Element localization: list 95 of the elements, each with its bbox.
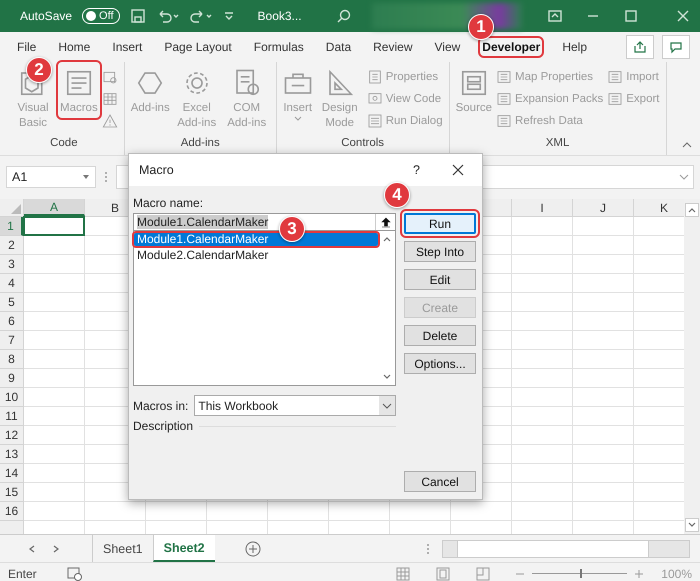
dialog-button[interactable]: Edit — [404, 269, 476, 290]
more-icon[interactable] — [426, 542, 430, 554]
ribbon-tab[interactable]: Help — [562, 40, 588, 54]
column-header[interactable]: J — [573, 199, 634, 216]
autosave-toggle[interactable]: Off — [82, 8, 120, 24]
row-header[interactable]: 12 — [0, 426, 23, 445]
row-header[interactable]: 1 — [0, 217, 23, 236]
sheet-tab[interactable]: Sheet2 — [152, 535, 215, 562]
xml-document-icon — [496, 113, 512, 129]
maximize-icon[interactable] — [624, 9, 638, 23]
group-label: Add-ins — [180, 137, 221, 151]
row-header[interactable]: 3 — [0, 255, 23, 274]
column-header[interactable]: I — [512, 199, 573, 216]
ribbon-tab[interactable]: Page Layout — [164, 40, 232, 54]
expand-icon[interactable] — [679, 174, 689, 180]
record-icon — [102, 69, 118, 85]
share-icon — [633, 40, 647, 54]
dialog-button[interactable]: Step Into — [404, 241, 476, 262]
ribbon-tab[interactable]: File — [17, 40, 36, 54]
column-header[interactable]: A — [24, 199, 85, 216]
horizontal-scrollbar[interactable] — [442, 540, 690, 558]
scroll-down-icon[interactable] — [382, 373, 390, 381]
comments-button[interactable] — [662, 35, 690, 59]
selected-cell[interactable] — [23, 216, 85, 236]
zoom-in-icon[interactable] — [635, 570, 644, 578]
group-label: Controls — [340, 137, 386, 151]
share-button[interactable] — [626, 35, 654, 59]
previous-sheet-icon[interactable] — [28, 544, 36, 552]
row-header[interactable]: 13 — [0, 445, 23, 464]
dialog-title: Macro — [139, 163, 174, 177]
autosave-label: AutoSave — [20, 9, 72, 23]
xml-document-icon — [607, 91, 624, 107]
save-icon[interactable] — [130, 8, 146, 24]
row-header[interactable]: 8 — [0, 350, 23, 369]
row-header[interactable]: 5 — [0, 293, 23, 312]
ribbon-tab[interactable]: View — [434, 40, 460, 54]
macro-item[interactable]: Module2.CalendarMaker — [134, 249, 378, 262]
row-header[interactable]: 10 — [0, 388, 23, 407]
dropdown-icon[interactable] — [382, 402, 392, 408]
close-icon[interactable] — [452, 164, 464, 176]
collapse-icon[interactable] — [682, 141, 692, 149]
comment-icon — [669, 40, 683, 54]
dialog-button[interactable]: Options... — [404, 353, 476, 374]
macro-item[interactable]: Module1.CalendarMaker — [134, 233, 378, 246]
normal-view-icon[interactable] — [396, 566, 410, 580]
ribbon-display-icon[interactable] — [548, 9, 562, 23]
row-header[interactable]: 6 — [0, 312, 23, 331]
row-header[interactable]: 14 — [0, 464, 23, 483]
mode-text: Enter — [8, 566, 37, 580]
row-header[interactable]: 15 — [0, 483, 23, 502]
ribbon-tab[interactable]: Home — [58, 40, 90, 54]
warning-icon — [102, 113, 118, 129]
ribbon-tab[interactable]: Formulas — [254, 40, 304, 54]
ribbon-tab[interactable]: Insert — [112, 40, 142, 54]
table-icon — [102, 91, 118, 107]
list-icon — [366, 69, 383, 85]
upload-icon[interactable] — [380, 216, 390, 228]
caret-icon[interactable] — [294, 116, 302, 122]
dialog-button[interactable]: Delete — [404, 325, 476, 346]
ribbon-tab[interactable]: Review — [373, 40, 412, 54]
step-badge: 2 — [26, 57, 52, 83]
row-header[interactable]: 16 — [0, 502, 23, 521]
next-sheet-icon[interactable] — [52, 544, 60, 552]
scroll-down-icon[interactable] — [688, 521, 696, 529]
macros-in-dropdown[interactable]: This Workbook — [194, 395, 396, 416]
description-label: Description — [133, 419, 194, 433]
xml-document-icon — [496, 91, 512, 107]
more-icon[interactable] — [104, 171, 108, 183]
xml-document-icon — [496, 69, 512, 85]
help-button[interactable]: ? — [413, 163, 420, 177]
zoom-level: 100% — [661, 566, 692, 580]
macros-in-label: Macros in: — [133, 398, 188, 412]
scroll-up-icon[interactable] — [688, 206, 696, 214]
xml-document-icon — [607, 69, 624, 85]
group-label: XML — [544, 137, 570, 151]
ribbon-tab[interactable]: Data — [326, 40, 352, 54]
add-sheet-icon[interactable] — [244, 540, 261, 556]
dropdown-icon[interactable] — [82, 174, 90, 180]
page-layout-icon[interactable] — [436, 566, 450, 580]
row-header[interactable]: 4 — [0, 274, 23, 293]
dialog-button[interactable]: Cancel — [404, 471, 476, 492]
row-header[interactable]: 9 — [0, 369, 23, 388]
row-header[interactable]: 7 — [0, 331, 23, 350]
scroll-up-icon[interactable] — [382, 235, 390, 243]
document-title: Book3... — [258, 9, 302, 23]
row-header[interactable]: 2 — [0, 236, 23, 255]
page-break-icon[interactable] — [476, 566, 490, 580]
row-header[interactable]: 11 — [0, 407, 23, 426]
group-label: Code — [49, 137, 79, 151]
customize-icon[interactable] — [224, 10, 234, 22]
record-macro-icon[interactable] — [66, 566, 83, 580]
dialog-icon — [366, 113, 383, 129]
redo-icon[interactable] — [190, 8, 214, 24]
name-box[interactable]: A1 — [6, 166, 96, 188]
search-icon[interactable] — [336, 8, 352, 24]
